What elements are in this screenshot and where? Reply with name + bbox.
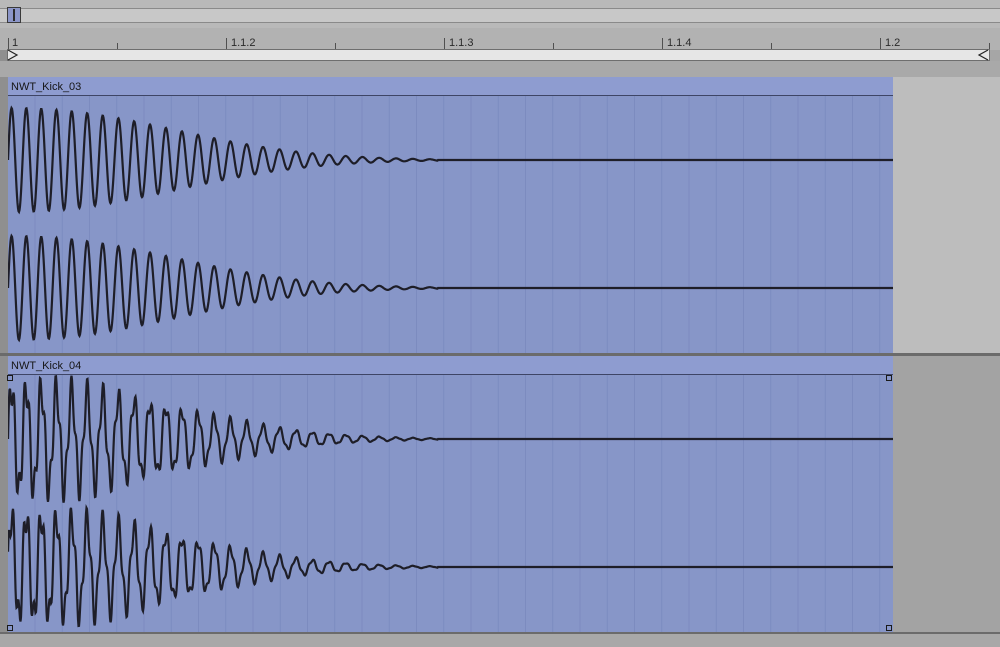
clip-handle-top-left[interactable] [7, 375, 13, 381]
arrangement-overview[interactable] [0, 0, 1000, 29]
clip-title: NWT_Kick_04 [11, 360, 82, 372]
waveform-channel-1 [8, 375, 893, 503]
empty-lane-area-2[interactable] [893, 356, 1000, 632]
beat-time-ruler[interactable]: 1 1.1.2 1.1.3 1.1.4 1.2 [0, 28, 1000, 50]
empty-lane-area-1[interactable] [893, 77, 1000, 353]
clip-waveform[interactable] [8, 375, 893, 632]
clip-waveform[interactable] [8, 96, 893, 353]
overview-band[interactable] [0, 8, 1000, 23]
ruler-label-bar-1: 1 [12, 37, 19, 49]
loop-brace-strip[interactable] [7, 49, 990, 61]
ruler-label-1-1-2: 1.1.2 [231, 37, 256, 49]
clip-handle-bottom-right[interactable] [886, 625, 892, 631]
clip-title: NWT_Kick_03 [11, 81, 82, 93]
clip-header[interactable]: NWT_Kick_03 [8, 77, 893, 96]
clip-handle-top-right[interactable] [886, 375, 892, 381]
waveform-channel-1 [8, 105, 893, 215]
next-lane[interactable] [0, 634, 1000, 647]
waveform-channel-2 [8, 233, 893, 343]
overview-handle-icon[interactable] [7, 7, 21, 23]
ruler-label-1-1-3: 1.1.3 [449, 37, 474, 49]
loop-end-marker-icon[interactable] [977, 49, 989, 61]
waveform-channel-2 [8, 503, 893, 628]
audio-clip-1[interactable]: NWT_Kick_03 [8, 77, 893, 353]
clip-header[interactable]: NWT_Kick_04 [8, 356, 893, 375]
clip-handle-bottom-left[interactable] [7, 625, 13, 631]
ruler-label-1-2: 1.2 [885, 37, 901, 49]
loop-start-marker-icon[interactable] [7, 49, 19, 61]
audio-clip-2[interactable]: NWT_Kick_04 [8, 356, 893, 632]
ruler-label-1-1-4: 1.1.4 [667, 37, 692, 49]
track-header-gap [0, 61, 1000, 77]
